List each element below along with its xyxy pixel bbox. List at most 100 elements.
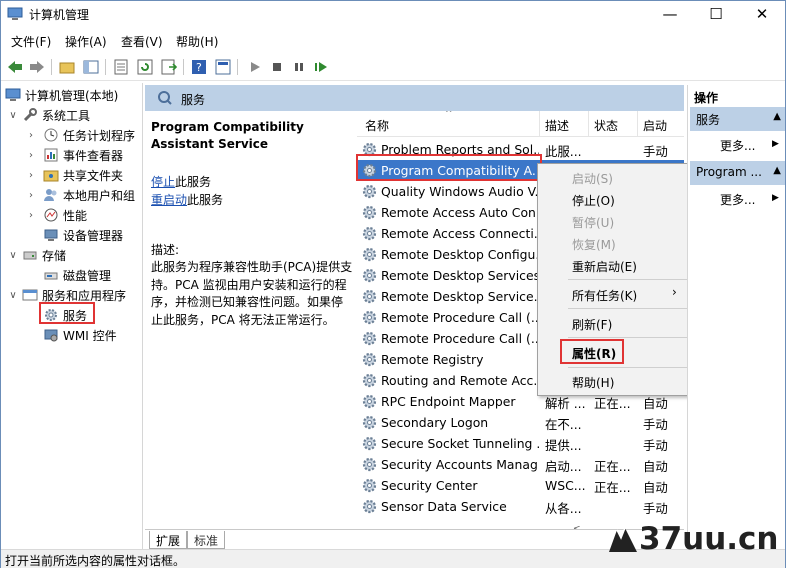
start-service-icon[interactable] [245,57,265,77]
service-startup-type: 自动 [643,459,668,474]
service-row[interactable]: Secondary Logon 在不... 手动 [357,412,684,433]
disk-icon [43,267,59,283]
close-button[interactable]: ✕ [739,1,785,28]
watermark-logo-icon [609,527,637,552]
menu-view[interactable]: 查看(V) [121,33,163,50]
service-startup-type: 手动 [643,144,668,159]
services-apps-icon [22,287,38,303]
tree-performance[interactable]: › 性能 [25,205,87,225]
expand-chevron-icon[interactable]: › [25,170,37,181]
services-highlight-box [39,302,95,324]
actions-more-1[interactable]: 更多... ▶ [720,137,779,154]
tree-device-manager[interactable]: 设备管理器 [25,225,123,245]
ctx-all-tasks[interactable]: 所有任务(K) [572,287,637,304]
service-row[interactable]: Sensor Data Service 从各... 手动 [357,496,684,517]
gear-icon [361,372,378,389]
gear-icon [361,267,378,284]
export-list-icon[interactable] [159,57,179,77]
restart-service-icon[interactable] [311,57,331,77]
service-row[interactable]: Security Center WSC... 正在... 自动 [357,475,684,496]
tab-extended[interactable]: 扩展 [149,531,188,549]
properties-sheet-icon[interactable] [111,57,131,77]
tree-disk-management[interactable]: 磁盘管理 [25,265,111,285]
minimize-button[interactable]: — [647,1,693,28]
ctx-resume[interactable]: 恢复(M) [572,236,616,253]
gear-icon [361,246,378,263]
ctx-help[interactable]: 帮助(H) [572,374,614,391]
expand-chevron-icon[interactable]: › [25,150,37,161]
stop-service-link-row: 停止此服务 [151,175,212,189]
service-row[interactable]: Secure Socket Tunneling ... 提供... 手动 [357,433,684,454]
tree-event-viewer[interactable]: › 事件查看器 [25,145,123,165]
storage-icon [22,247,38,263]
service-status: 正在... [594,396,631,411]
column-description[interactable]: 描述 [545,117,569,134]
column-name[interactable]: 名称 [365,117,389,134]
service-name: Security Accounts Manag... [381,457,539,472]
expand-chevron-icon[interactable]: › [25,190,37,201]
service-row[interactable]: Security Accounts Manag... 启动... 正在... 自动 [357,454,684,475]
refresh-icon[interactable] [135,57,155,77]
show-hide-tree-icon[interactable] [81,57,101,77]
gear-icon [361,309,378,326]
status-text: 打开当前所选内容的属性对话框。 [5,554,186,568]
expand-chevron-icon[interactable]: › [25,210,37,221]
up-folder-icon[interactable] [57,57,77,77]
tree-storage[interactable]: ∨ 存储 [7,245,66,265]
menu-help[interactable]: 帮助(H) [176,33,218,50]
ctx-stop[interactable]: 停止(O) [572,192,615,209]
service-name: Remote Desktop Services [381,268,539,283]
gear-icon [361,288,378,305]
collapse-chevron-icon[interactable]: ∨ [7,250,19,261]
expand-chevron-icon[interactable]: › [25,130,37,141]
tree-root[interactable]: 计算机管理(本地) [5,85,118,105]
collapse-chevron-icon[interactable]: ∨ [7,290,19,301]
console-tree-icon[interactable] [213,57,233,77]
tree-system-tools[interactable]: ∨ 系统工具 [7,105,90,125]
service-status: 正在... [594,480,631,495]
menu-action[interactable]: 操作(A) [65,33,107,50]
submenu-arrow-icon: › [672,285,677,299]
sort-caret-icon: ^ [445,111,453,119]
stop-service-link[interactable]: 停止 [151,175,175,189]
service-name: Remote Access Auto Con... [381,205,539,220]
computer-management-icon [5,87,21,103]
ctx-refresh[interactable]: 刷新(F) [572,316,612,333]
ctx-pause[interactable]: 暂停(U) [572,214,614,231]
tree-wmi-control[interactable]: WMI 控件 [25,325,117,345]
collapse-up-icon[interactable]: ▲ [773,165,781,176]
gear-icon [361,477,378,494]
console-tree: 计算机管理(本地) ∨ 系统工具 › 任务计划程序 › 事件查看器 › 共享文件… [1,83,143,549]
service-name: Secondary Logon [381,415,489,430]
back-arrow-icon[interactable] [5,57,25,77]
column-status[interactable]: 状态 [594,117,618,134]
column-startup-type[interactable]: 启动 [643,117,667,134]
collapse-chevron-icon[interactable]: ∨ [7,110,19,121]
tree-local-users-groups[interactable]: › 本地用户和组 [25,185,135,205]
service-description: 启动... [545,459,582,474]
tree-shared-folders[interactable]: › 共享文件夹 [25,165,123,185]
gear-icon [361,225,378,242]
services-pane-title: 服务 [181,93,206,107]
help-icon[interactable]: ? [189,57,209,77]
ctx-restart[interactable]: 重新启动(E) [572,258,637,275]
service-startup-type: 手动 [643,417,668,432]
gear-icon [361,393,378,410]
stop-service-icon[interactable] [267,57,287,77]
description-label: 描述: [151,243,180,257]
tree-task-scheduler[interactable]: › 任务计划程序 [25,125,135,145]
svg-text:?: ? [196,61,202,74]
actions-more-2[interactable]: 更多... ▶ [720,191,779,208]
forward-arrow-icon[interactable] [27,57,47,77]
actions-title: 操作 [694,91,719,105]
ctx-start[interactable]: 启动(S) [572,170,613,187]
actions-group-selected-service[interactable]: Program ... ▲ [690,161,785,185]
pause-service-icon[interactable] [289,57,309,77]
restart-service-link[interactable]: 重启动 [151,193,187,207]
shared-folder-icon [43,167,59,183]
actions-group-services[interactable]: 服务 ▲ [690,107,785,131]
collapse-up-icon[interactable]: ▲ [773,111,781,122]
menu-file[interactable]: 文件(F) [11,33,51,50]
maximize-button[interactable]: ☐ [693,1,739,28]
tab-standard[interactable]: 标准 [187,531,226,549]
